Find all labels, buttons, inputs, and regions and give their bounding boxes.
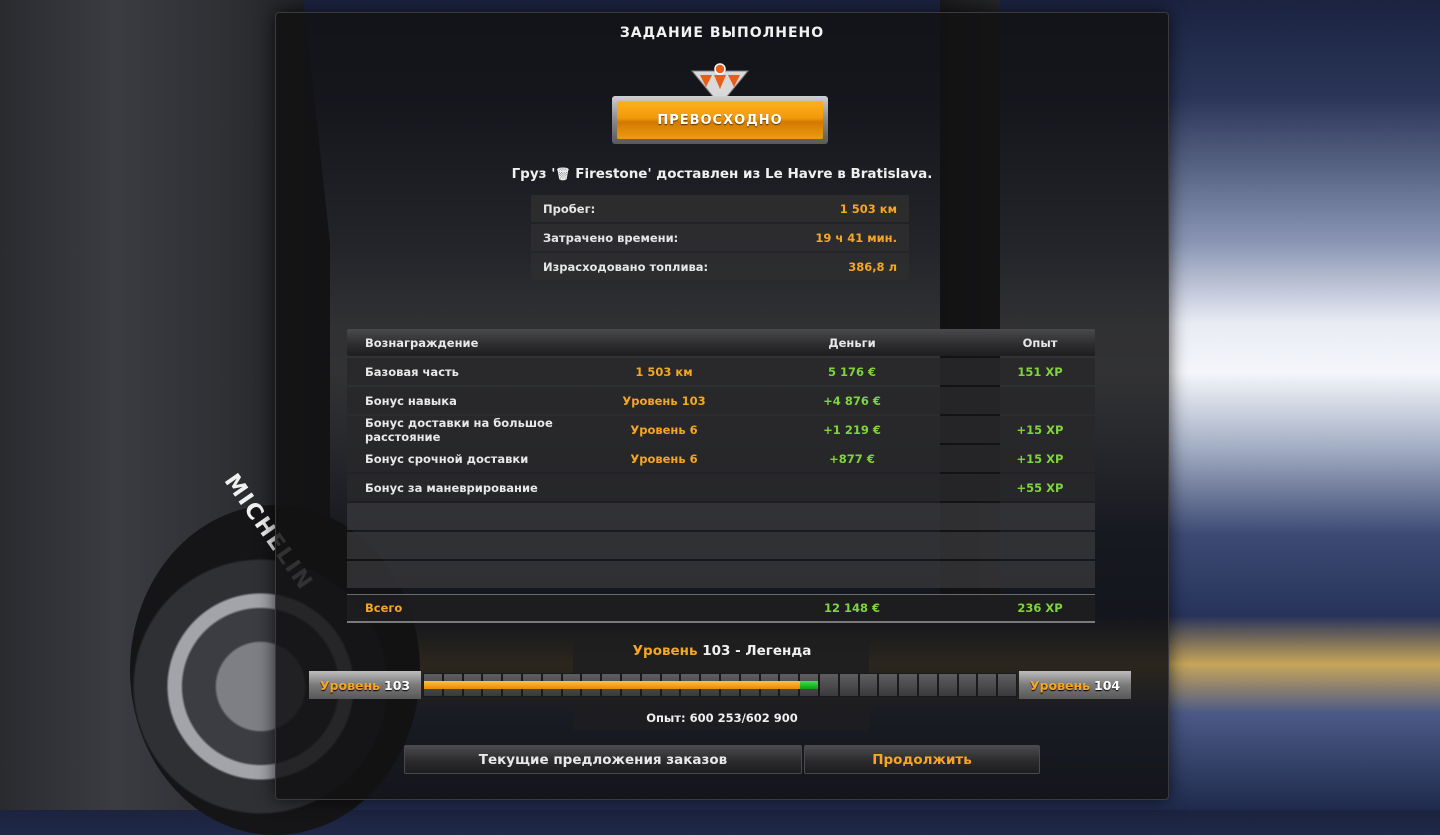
progress-segment: [562, 674, 583, 696]
current-level-word: Уровень: [319, 677, 380, 693]
reward-name: Бонус навыка: [365, 393, 457, 408]
table-row: Базовая часть 1 503 км 5 176 € 151 XP: [347, 358, 1095, 385]
experience-progress-bar: [423, 673, 1017, 697]
table-row: Бонус доставки на большое расстояние Уро…: [347, 415, 1095, 444]
reward-money: +1 219 €: [823, 422, 881, 437]
progress-segment: [522, 674, 543, 696]
progress-segment: [602, 674, 622, 696]
stat-value: 19 ч 41 мин.: [815, 230, 897, 245]
empty-row: [347, 532, 1095, 559]
progress-segment: [879, 674, 898, 696]
current-job-offers-button[interactable]: Текущие предложения заказов: [404, 745, 802, 774]
progress-segment: [483, 674, 503, 696]
next-level-number: 104: [1094, 677, 1121, 693]
reward-name: Базовая часть: [365, 364, 459, 379]
progress-segment: [839, 674, 858, 696]
stat-value: 386,8 л: [848, 259, 897, 274]
progress-segment: [899, 674, 917, 696]
progress-segment: [503, 674, 523, 696]
stat-label: Затрачено времени:: [543, 230, 679, 245]
dialog-title: ЗАДАНИЕ ВЫПОЛНЕНО: [619, 25, 825, 41]
current-level-number: 103: [384, 677, 411, 693]
cargo-can-icon: 🗑: [555, 167, 571, 181]
total-label: Всего: [365, 601, 403, 615]
current-level-box: Уровень 103: [309, 671, 421, 699]
stat-value: 1 503 км: [839, 201, 897, 216]
reward-money: +877 €: [829, 451, 875, 466]
table-row: Бонус срочной доставки Уровень 6 +877 € …: [347, 445, 1095, 472]
reward-xp: 151 XP: [1017, 364, 1063, 379]
table-row: Бонус навыка Уровень 103 +4 876 €: [347, 387, 1095, 414]
progress-segment: [641, 674, 662, 696]
progress-segment: [582, 674, 602, 696]
reward-detail: 1 503 км: [635, 364, 693, 379]
cargo-delivered-text: Груз '🗑 Firestone' доставлен из Le Havre…: [276, 166, 1168, 182]
stat-label: Израсходовано топлива:: [543, 259, 709, 274]
progress-segment: [661, 674, 682, 696]
level-title-rest: 103 - Легенда: [702, 643, 812, 659]
cargo-prefix: Груз ': [511, 166, 556, 182]
empty-row: [347, 561, 1095, 588]
rewards-total-row: Всего 12 148 € 236 XP: [347, 594, 1095, 623]
reward-name: Бонус доставки на большое расстояние: [365, 415, 553, 444]
progress-segment: [780, 674, 800, 696]
cargo-description: Firestone' доставлен из Le Havre в Brati…: [575, 166, 933, 182]
progress-segment: [918, 674, 937, 696]
reward-xp: +15 XP: [1016, 451, 1064, 466]
next-level-word: Уровень: [1029, 677, 1090, 693]
progress-segment: [800, 674, 818, 696]
rating-badge: ПРЕВОСХОДНО: [612, 63, 828, 144]
stat-row-distance: Пробег: 1 503 км: [531, 195, 909, 222]
progress-segment: [681, 674, 701, 696]
total-money: 12 148 €: [823, 601, 881, 615]
table-row: Бонус за маневрирование +55 XP: [347, 474, 1095, 501]
progress-segment: [998, 674, 1016, 696]
level-title: Уровень 103 - Легенда: [276, 643, 1168, 659]
progress-segment: [740, 674, 761, 696]
stat-label: Пробег:: [543, 201, 596, 216]
continue-button[interactable]: Продолжить: [804, 745, 1040, 774]
job-completed-dialog: ЗАДАНИЕ ВЫПОЛНЕНО ПРЕВОСХОДНО Груз '🗑 Fi…: [275, 12, 1169, 800]
progress-segment: [859, 674, 878, 696]
reward-name: Бонус за маневрирование: [365, 480, 538, 495]
total-xp: 236 XP: [1017, 601, 1063, 615]
experience-text: Опыт: 600 253/602 900: [646, 711, 798, 725]
progress-segment: [701, 674, 721, 696]
rewards-table: Вознаграждение Деньги Опыт Базовая часть…: [347, 329, 1095, 623]
reward-detail: Уровень 103: [622, 393, 706, 408]
reward-name: Бонус срочной доставки: [365, 451, 529, 466]
reward-xp: +15 XP: [1016, 422, 1064, 437]
reward-money: +4 876 €: [823, 393, 881, 408]
progress-segment: [819, 674, 838, 696]
stat-row-time: Затрачено времени: 19 ч 41 мин.: [531, 224, 909, 251]
progress-segment: [424, 674, 444, 696]
progress-segment: [463, 674, 484, 696]
progress-segment: [978, 674, 997, 696]
header-xp: Опыт: [1022, 335, 1058, 350]
progress-segment: [542, 674, 563, 696]
level-title-word: Уровень: [632, 643, 698, 659]
reward-detail: Уровень 6: [630, 451, 698, 466]
rating-plate: ПРЕВОСХОДНО: [612, 96, 828, 144]
progress-segment: [760, 674, 781, 696]
trip-stats: Пробег: 1 503 км Затрачено времени: 19 ч…: [531, 195, 909, 282]
stat-row-fuel: Израсходовано топлива: 386,8 л: [531, 253, 909, 280]
header-reward: Вознаграждение: [365, 335, 479, 350]
reward-xp: +55 XP: [1016, 480, 1064, 495]
header-money: Деньги: [828, 335, 876, 350]
rating-label: ПРЕВОСХОДНО: [617, 101, 823, 139]
reward-money: 5 176 €: [827, 364, 877, 379]
progress-segment: [621, 674, 642, 696]
next-level-box: Уровень 104: [1019, 671, 1131, 699]
rewards-header: Вознаграждение Деньги Опыт: [347, 329, 1095, 356]
progress-segment: [938, 674, 957, 696]
progress-segment: [958, 674, 977, 696]
progress-segment: [720, 674, 741, 696]
reward-detail: Уровень 6: [630, 422, 698, 437]
empty-row: [347, 503, 1095, 530]
progress-segment: [443, 674, 464, 696]
